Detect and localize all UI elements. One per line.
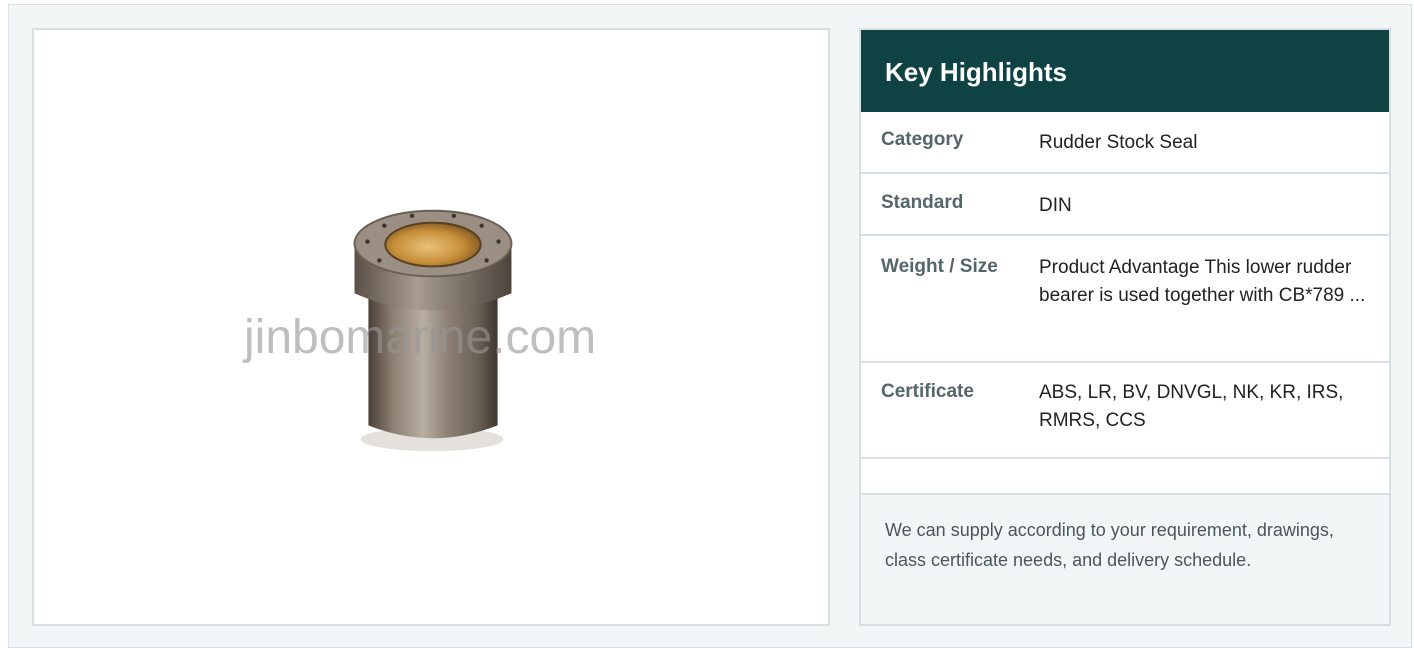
watermark-text: jinbomarine.com	[244, 311, 597, 364]
supply-note: We can supply according to your requirem…	[861, 495, 1389, 624]
table-row: Standard DIN	[861, 174, 1389, 236]
row-label: Certificate	[881, 381, 974, 402]
row-label	[861, 459, 1039, 493]
row-label: Standard	[881, 192, 964, 213]
row-value: DIN	[1039, 195, 1072, 216]
highlights-table: Category Rudder Stock Seal Standard DIN …	[861, 112, 1389, 495]
key-highlights-card: Key Highlights Category Rudder Stock Sea…	[859, 28, 1391, 626]
row-value: ABS, LR, BV, DNVGL, NK, KR, IRS, RMRS, C…	[1039, 382, 1344, 431]
product-image-panel: jinbomarine.com	[32, 28, 830, 626]
key-highlights-title: Key Highlights	[861, 30, 1389, 112]
table-row-empty	[861, 459, 1389, 495]
row-value: Product Advantage This lower rudder bear…	[1039, 257, 1366, 306]
table-row: Category Rudder Stock Seal	[861, 112, 1389, 174]
table-row: Weight / Size Product Advantage This low…	[861, 236, 1389, 363]
table-row: Certificate ABS, LR, BV, DNVGL, NK, KR, …	[861, 363, 1389, 459]
row-value	[1039, 459, 1389, 493]
row-value: Rudder Stock Seal	[1039, 132, 1198, 153]
row-label: Weight / Size	[881, 256, 998, 277]
row-label: Category	[881, 129, 964, 150]
